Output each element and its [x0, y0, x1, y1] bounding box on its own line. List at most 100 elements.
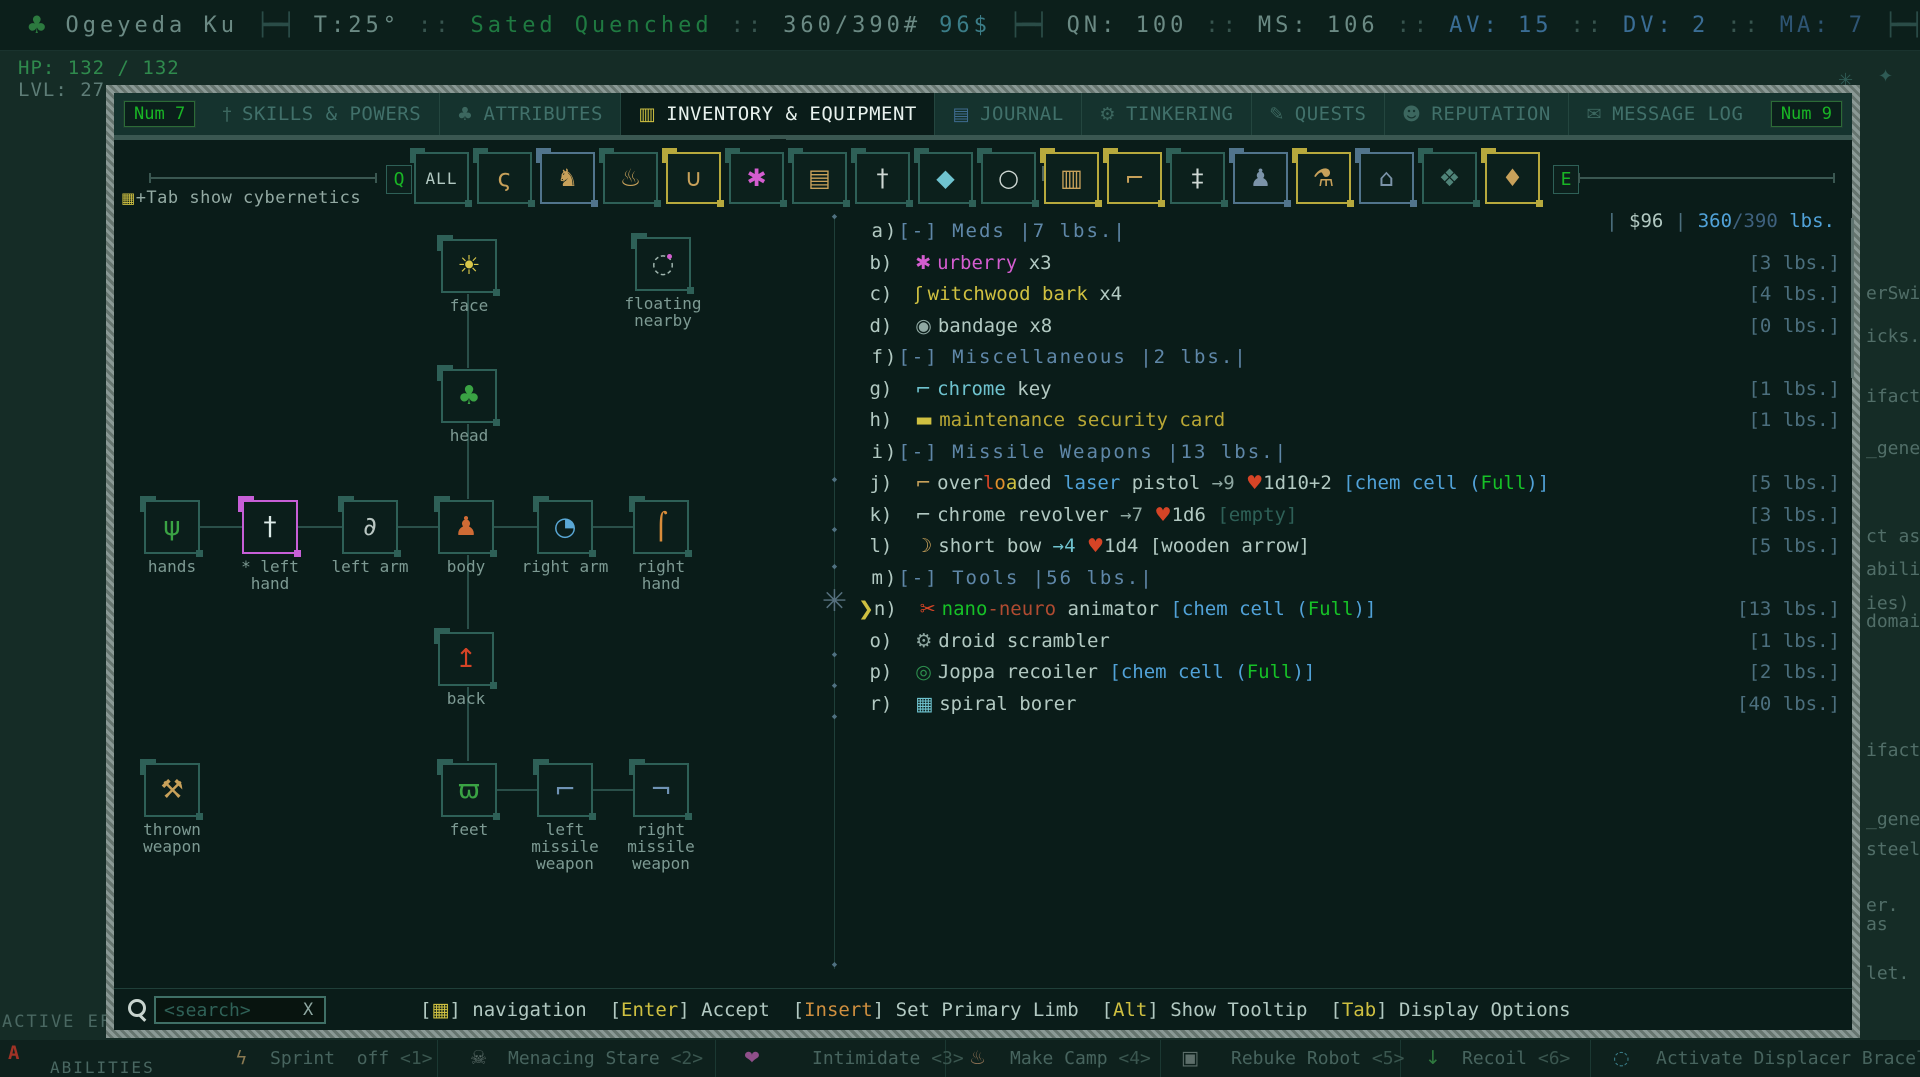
- slot-body[interactable]: ♟: [434, 496, 497, 557]
- filter-armor[interactable]: ▥: [1040, 148, 1102, 207]
- slot-right-arm[interactable]: ◔: [533, 496, 596, 557]
- filter-prev-key[interactable]: Q: [386, 165, 412, 194]
- ability-make-camp[interactable]: Make Camp <4>: [1010, 1048, 1151, 1069]
- filter-books[interactable]: ▤: [788, 148, 850, 207]
- next-tab-key-badge[interactable]: Num 9: [1769, 100, 1844, 128]
- tab-journal[interactable]: ▤ JOURNAL: [934, 93, 1081, 135]
- item-row-r[interactable]: r) ▦ spiral borer [40 lbs.]: [858, 689, 1840, 720]
- slot-right-missile-weapon[interactable]: ¬: [629, 759, 692, 820]
- tab-inventory-equipment[interactable]: ▥ INVENTORY & EQUIPMENT: [620, 93, 935, 135]
- filter-food-icon: ♨: [619, 164, 642, 192]
- ability-intimidate[interactable]: Intimidate <3>: [812, 1048, 964, 1069]
- ability-sprint[interactable]: Sprint off <1>: [270, 1048, 433, 1069]
- filter-meds[interactable]: ✱: [725, 148, 787, 207]
- row-text: -neuro: [987, 598, 1057, 620]
- filter-artifacts[interactable]: ❖: [1418, 148, 1480, 207]
- tab-message-log[interactable]: ✉ MESSAGE LOG: [1568, 93, 1761, 135]
- ability-recoil[interactable]: Recoil <6>: [1462, 1048, 1570, 1069]
- scrollbar[interactable]: [1851, 218, 1854, 378]
- status-separator: ::: [730, 12, 766, 38]
- item-row-h[interactable]: h) ▬ maintenance security card [1 lbs.]: [858, 405, 1840, 436]
- filter-melee-weapons[interactable]: ‡: [1166, 148, 1228, 207]
- item-row-k[interactable]: k) ⌐ chrome revolver →7 ♥1d6 [empty] [3 l…: [858, 500, 1840, 531]
- slot-left-hand[interactable]: †: [238, 496, 301, 557]
- slot-right-hand[interactable]: ⌠: [629, 496, 692, 557]
- slot-left-missile-weapon[interactable]: ⌐: [533, 759, 596, 820]
- ability-rebuke-robot[interactable]: Rebuke Robot <5>: [1231, 1048, 1404, 1069]
- filter-corpses[interactable]: ς: [473, 148, 535, 207]
- slot-face[interactable]: ☀: [437, 235, 500, 296]
- search-clear-button[interactable]: X: [303, 1000, 313, 1020]
- hud-a-marker: A: [8, 1042, 20, 1064]
- ability-separator: [1590, 1040, 1591, 1077]
- ability-activate-displacer-bracelet[interactable]: Activate Displacer Bracelet <7>: [1656, 1048, 1920, 1069]
- item-glyph-icon: ✱: [915, 251, 938, 274]
- slot-back[interactable]: ↥: [434, 628, 497, 689]
- row-text: m): [858, 566, 899, 589]
- filter-tonics[interactable]: ⚗: [1292, 148, 1354, 207]
- slot-floating-nearby[interactable]: ◌: [631, 233, 694, 294]
- slot-right-missile-weapon-label: right missile weapon: [627, 820, 695, 873]
- item-row-b[interactable]: b) ✱ urberry x3 [3 lbs.]: [858, 248, 1840, 279]
- tab-attributes[interactable]: ♣ ATTRIBUTES: [438, 93, 621, 135]
- item-row-c[interactable]: c) ʃ witchwood bark x4 [4 lbs.]: [858, 279, 1840, 310]
- item-row-j[interactable]: j) ⌐ overloaded laser pistol →9 ♥1d10+2 …: [858, 468, 1840, 499]
- row-text: Full: [1307, 598, 1354, 620]
- category-row-a[interactable]: a)[-] Meds |7 lbs.|: [858, 216, 1840, 247]
- category-row-i[interactable]: i)[-] Missile Weapons |13 lbs.|: [858, 437, 1840, 468]
- category-row-f[interactable]: f)[-] Miscellaneous |2 lbs.|: [858, 342, 1840, 373]
- row-text: witchwood bark: [927, 283, 1088, 305]
- item-weight: [13 lbs.]: [1737, 598, 1840, 620]
- slot-thrown-weapon-label: thrown weapon: [143, 820, 201, 856]
- filter-all-button[interactable]: ALL: [410, 148, 472, 207]
- slot-thrown-weapon[interactable]: ⚒: [140, 759, 203, 820]
- search-input[interactable]: [154, 996, 326, 1024]
- item-row-g[interactable]: g) ⌐ chrome key [1 lbs.]: [858, 374, 1840, 405]
- filter-light-sources-icon: ○: [998, 164, 1019, 192]
- filter-figurines[interactable]: ♟: [1229, 148, 1291, 207]
- slot-feet[interactable]: ϖ: [437, 759, 500, 820]
- filter-light-sources[interactable]: ○: [977, 148, 1039, 207]
- tab-tinkering[interactable]: ⚙ TINKERING: [1081, 93, 1251, 135]
- connector-line: [298, 526, 342, 528]
- item-row-d[interactable]: d) ◉ bandage x8 [0 lbs.]: [858, 311, 1840, 342]
- slot-head[interactable]: ♣: [437, 365, 500, 426]
- prev-tab-key-badge[interactable]: Num 7: [122, 100, 197, 128]
- ability-menacing-stare[interactable]: Menacing Stare <2>: [508, 1048, 703, 1069]
- slot-left-arm[interactable]: ∂: [338, 496, 401, 557]
- tab-quests[interactable]: ✎ QUESTS: [1250, 93, 1384, 135]
- slot-hands[interactable]: ψ: [140, 496, 203, 557]
- row-text: h): [858, 409, 916, 431]
- tab-skills-powers[interactable]: † SKILLS & POWERS: [205, 93, 438, 135]
- item-row-n[interactable]: ❯n) ✂ nano-neuro animator [chem cell (Fu…: [858, 594, 1840, 625]
- row-text: [chem cell (: [1109, 661, 1247, 683]
- row-text: short bow: [938, 535, 1053, 557]
- row-text: droid scrambler: [938, 629, 1110, 652]
- filter-trinkets[interactable]: ◆: [914, 148, 976, 207]
- filter-missile-weapons[interactable]: ⌐: [1103, 148, 1165, 207]
- item-row-o[interactable]: o) ⚙ droid scrambler [1 lbs.]: [858, 626, 1840, 657]
- tab-reputation[interactable]: ☻ REPUTATION: [1383, 93, 1568, 135]
- item-row-l[interactable]: l) ☽ short bow →4 ♥1d4 [wooden arrow] [5 …: [858, 531, 1840, 562]
- background-text-fragment: domail: [1866, 611, 1920, 632]
- category-row-m[interactable]: m)[-] Tools |56 lbs.|: [858, 563, 1840, 594]
- background-text-fragment: er.: [1866, 895, 1899, 916]
- hunger-status: Sated: [470, 12, 557, 38]
- filter-structures[interactable]: ⌂: [1355, 148, 1417, 207]
- slot-feet-label: feet: [449, 820, 489, 839]
- ability-make-camp-icon: ♨: [969, 1047, 987, 1069]
- filter-water[interactable]: ∪: [662, 148, 724, 207]
- status-bar: ♣ Ogeyeda Ku ┝━┥ T:25°:: Sated Quenched:: 360…: [0, 0, 1920, 51]
- stat-ma: MA: 7: [1779, 12, 1867, 38]
- tab-label: INVENTORY & EQUIPMENT: [666, 103, 917, 125]
- filter-trade-goods[interactable]: ♞: [536, 148, 598, 207]
- item-row-p[interactable]: p) ◎ Joppa recoiler [chem cell (Full)] [2…: [858, 657, 1840, 688]
- row-text: [wooden arrow]: [1149, 535, 1310, 557]
- divider-dot: ◆: [831, 212, 838, 222]
- ability-sprint-icon: ϟ: [235, 1047, 248, 1069]
- divider-dot: ◆: [831, 562, 838, 572]
- row-text: )]: [1292, 661, 1316, 683]
- filter-ammo[interactable]: †: [851, 148, 913, 207]
- filter-food[interactable]: ♨: [599, 148, 661, 207]
- row-text: [-] Missile Weapons |13 lbs.|: [898, 440, 1289, 463]
